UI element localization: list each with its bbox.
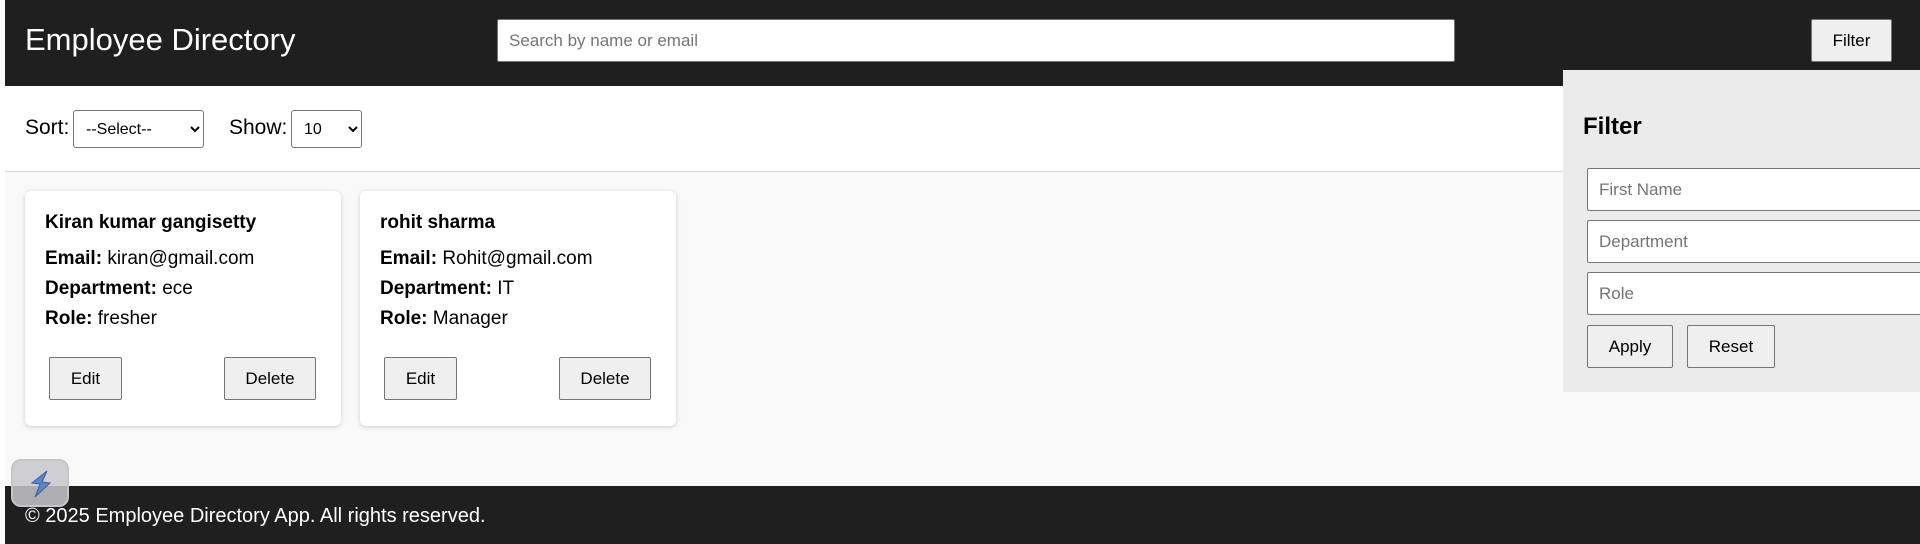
footer-copyright: © 2025 Employee Directory App. All right…: [25, 505, 486, 527]
edit-button[interactable]: Edit: [384, 357, 457, 400]
employee-card: rohit sharma Email: Rohit@gmail.com Depa…: [360, 191, 676, 426]
employee-role-row: Role: fresher: [45, 307, 157, 331]
employee-department: IT: [497, 278, 515, 299]
role-filter-input[interactable]: [1587, 272, 1920, 315]
email-label: Email:: [45, 248, 103, 269]
employee-card: Kiran kumar gangisetty Email: kiran@gmai…: [25, 191, 341, 426]
department-label: Department:: [45, 278, 157, 299]
employee-department-row: Department: IT: [380, 277, 514, 301]
employee-name: rohit sharma: [380, 212, 496, 233]
role-label: Role:: [380, 308, 428, 329]
email-label: Email:: [380, 248, 438, 269]
employee-email: Rohit@gmail.com: [442, 248, 593, 269]
employee-department: ece: [162, 278, 193, 299]
app-footer: © 2025 Employee Directory App. All right…: [5, 486, 1920, 544]
reset-filter-button[interactable]: Reset: [1687, 325, 1775, 368]
app-title: Employee Directory: [25, 22, 296, 57]
search-input[interactable]: [497, 19, 1455, 62]
employee-email-row: Email: Rohit@gmail.com: [380, 247, 593, 271]
sort-select[interactable]: --Select--: [73, 110, 204, 148]
employee-role: fresher: [97, 308, 157, 329]
floating-widget-button[interactable]: [11, 459, 69, 507]
filter-panel: Filter Apply Reset: [1563, 70, 1920, 392]
show-label: Show:: [229, 116, 288, 139]
lightning-bolt-icon: [30, 470, 52, 498]
employee-email: kiran@gmail.com: [107, 248, 255, 269]
edit-button[interactable]: Edit: [49, 357, 122, 400]
role-label: Role:: [45, 308, 93, 329]
page-size-select[interactable]: 10: [291, 110, 362, 148]
department-label: Department:: [380, 278, 492, 299]
filter-panel-title: Filter: [1583, 113, 1642, 140]
filter-toggle-button[interactable]: Filter: [1811, 19, 1892, 62]
department-filter-input[interactable]: [1587, 220, 1920, 263]
delete-button[interactable]: Delete: [559, 357, 651, 400]
employee-role: Manager: [432, 308, 508, 329]
employee-name: Kiran kumar gangisetty: [45, 212, 257, 233]
employee-department-row: Department: ece: [45, 277, 193, 301]
page: Employee Directory Filter Sort: --Select…: [5, 0, 1920, 544]
first-name-filter-input[interactable]: [1587, 168, 1920, 211]
apply-filter-button[interactable]: Apply: [1587, 325, 1673, 368]
delete-button[interactable]: Delete: [224, 357, 316, 400]
sort-label: Sort:: [25, 116, 70, 139]
employee-role-row: Role: Manager: [380, 307, 508, 331]
employee-email-row: Email: kiran@gmail.com: [45, 247, 254, 271]
